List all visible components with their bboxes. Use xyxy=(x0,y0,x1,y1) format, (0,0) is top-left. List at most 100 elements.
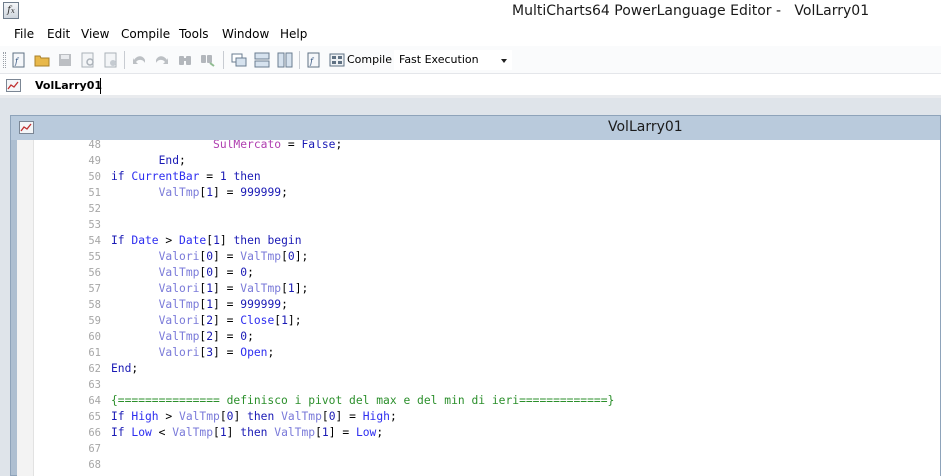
code-line[interactable]: 60 ValTmp[2] = 0; xyxy=(17,329,940,345)
code-token: 0 xyxy=(328,410,336,423)
toolbar: f f Compile Fast Execution xyxy=(0,46,941,74)
new-study-icon[interactable]: f xyxy=(11,52,27,68)
code-line[interactable]: 58 ValTmp[1] = 999999; xyxy=(17,297,940,313)
code-line[interactable]: 62 End; xyxy=(17,361,940,377)
code-line[interactable]: 51 ValTmp[1] = 999999; xyxy=(17,185,940,201)
tile-vertical-icon[interactable] xyxy=(277,52,293,68)
menu-file[interactable]: File xyxy=(14,27,34,41)
code-token: ] xyxy=(226,426,241,439)
toolbar-separator xyxy=(124,51,125,69)
menu-compile[interactable]: Compile xyxy=(121,27,170,41)
study-settings-icon[interactable] xyxy=(103,52,119,68)
code-token: > xyxy=(158,234,180,247)
line-number: 62 xyxy=(88,363,101,375)
toolbar-grip-icon[interactable] xyxy=(3,52,6,68)
menu-tools[interactable]: Tools xyxy=(179,27,209,41)
line-number: 49 xyxy=(88,155,101,167)
find-icon[interactable] xyxy=(177,52,193,68)
indicator-doc-icon[interactable] xyxy=(19,121,34,134)
code-line[interactable]: 63 xyxy=(17,377,940,393)
code-token: Valori xyxy=(158,282,200,295)
code-token: 999999 xyxy=(240,186,282,199)
code-line[interactable]: 54 If Date > Date[1] then begin xyxy=(17,233,940,249)
code-text: End; xyxy=(111,153,186,169)
code-token: Valori xyxy=(158,314,200,327)
tab-vollarry01[interactable]: VolLarry01 xyxy=(35,79,102,92)
menu-view[interactable]: View xyxy=(81,27,109,41)
execution-mode-select[interactable]: Fast Execution xyxy=(394,50,512,70)
compile-button[interactable]: Compile xyxy=(347,53,392,66)
code-text: If High > ValTmp[0] then ValTmp[0] = Hig… xyxy=(111,409,397,425)
menu-window[interactable]: Window xyxy=(222,27,269,41)
code-token: Date xyxy=(179,234,207,247)
code-line[interactable]: 68 xyxy=(17,457,940,473)
code-line[interactable]: 49 End; xyxy=(17,153,940,169)
code-line[interactable]: 66 If Low < ValTmp[1] then ValTmp[1] = Lo… xyxy=(17,425,940,441)
code-line[interactable]: 64 {=============== definisco i pivot del… xyxy=(17,393,940,409)
code-token: 1 xyxy=(281,314,288,327)
code-token: = xyxy=(281,140,302,151)
verify-icon[interactable]: f xyxy=(306,52,322,68)
chevron-down-icon[interactable] xyxy=(501,59,507,63)
code-line[interactable]: 55 Valori[0] = ValTmp[0]; xyxy=(17,249,940,265)
code-token: ; xyxy=(389,410,397,423)
menu-edit[interactable]: Edit xyxy=(47,27,70,41)
line-number: 52 xyxy=(88,203,101,215)
code-token: ValTmp xyxy=(158,298,200,311)
menu-bar: File Edit View Compile Tools Window Help xyxy=(0,24,941,46)
save-icon[interactable] xyxy=(57,52,73,68)
code-text: If Low < ValTmp[1] then ValTmp[1] = Low; xyxy=(111,425,383,441)
code-token: then begin xyxy=(233,234,302,247)
code-token: High xyxy=(362,410,390,423)
code-line[interactable]: 48 SulMercato = False; xyxy=(17,140,940,153)
code-token: ] = xyxy=(213,266,241,279)
open-folder-icon[interactable] xyxy=(34,52,50,68)
code-token: Open xyxy=(240,346,268,359)
code-line[interactable]: 65 If High > ValTmp[0] then ValTmp[0] = H… xyxy=(17,409,940,425)
find-replace-icon[interactable] xyxy=(200,52,216,68)
editor-window-titlebar[interactable]: VolLarry01 xyxy=(11,116,940,140)
line-number: 48 xyxy=(88,140,101,151)
code-text: If Date > Date[1] then begin xyxy=(111,233,302,249)
line-number: 58 xyxy=(88,299,101,311)
code-token: ] xyxy=(233,410,248,423)
code-token: then xyxy=(226,170,261,183)
code-token: ValTmp xyxy=(274,426,316,439)
code-line[interactable]: 53 xyxy=(17,217,940,233)
app-icon[interactable]: fx xyxy=(3,2,19,19)
code-line[interactable]: 67 xyxy=(17,441,940,457)
code-text: ValTmp[0] = 0; xyxy=(111,265,254,281)
editor-window-title: VolLarry01 xyxy=(608,119,683,135)
code-line[interactable]: 59 Valori[2] = Close[1]; xyxy=(17,313,940,329)
compile-icon[interactable] xyxy=(329,52,345,68)
properties-icon[interactable] xyxy=(80,52,96,68)
tile-horizontal-icon[interactable] xyxy=(254,52,270,68)
code-token: [ xyxy=(213,426,220,439)
code-line[interactable]: 57 Valori[1] = ValTmp[1]; xyxy=(17,281,940,297)
undo-icon[interactable] xyxy=(131,52,147,68)
code-token: {=============== definisco i pivot del m… xyxy=(111,394,615,407)
code-token: ValTmp xyxy=(172,426,214,439)
code-token: ValTmp xyxy=(281,410,322,423)
code-token: High xyxy=(131,410,159,423)
code-token: [ xyxy=(321,410,329,423)
code-token: > xyxy=(158,410,180,423)
code-editor[interactable]: 48 SulMercato = False; 49 End; 50 if Curren… xyxy=(17,140,940,476)
redo-icon[interactable] xyxy=(154,52,170,68)
code-line[interactable]: 52 xyxy=(17,201,940,217)
code-line[interactable]: 61 Valori[3] = Open; xyxy=(17,345,940,361)
code-line[interactable]: 56 ValTmp[0] = 0; xyxy=(17,265,940,281)
window-title: MultiCharts64 PowerLanguage Editor - Vol… xyxy=(512,3,870,19)
code-text: End; xyxy=(111,361,138,377)
code-line[interactable]: 50 if CurrentBar = 1 then xyxy=(17,169,940,185)
cascade-windows-icon[interactable] xyxy=(231,52,247,68)
code-token: Close xyxy=(240,314,275,327)
line-number: 55 xyxy=(88,251,101,263)
menu-help[interactable]: Help xyxy=(280,27,307,41)
